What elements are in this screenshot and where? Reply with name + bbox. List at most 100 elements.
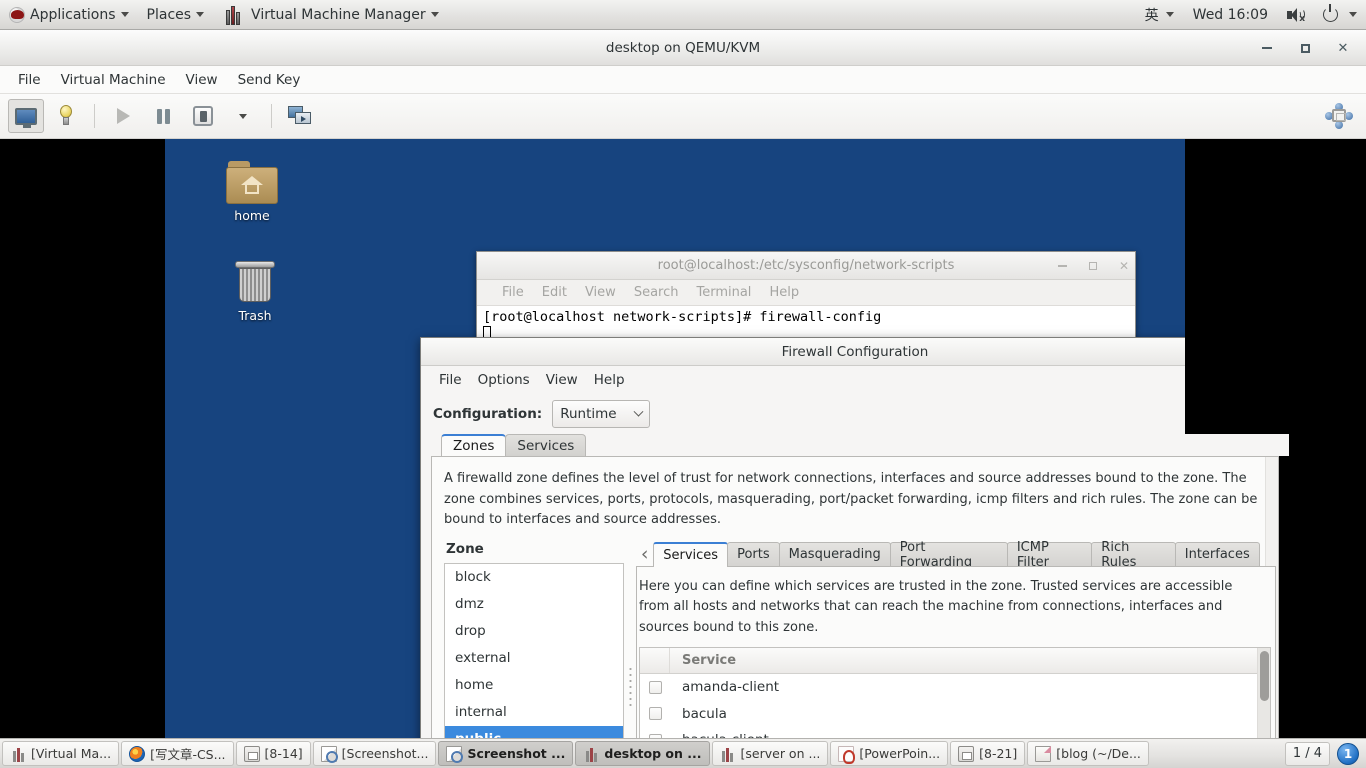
home-folder-icon bbox=[226, 161, 278, 205]
pause-button[interactable] bbox=[145, 99, 181, 133]
minimize-button[interactable] bbox=[1202, 338, 1231, 365]
zone-list-item[interactable]: internal bbox=[445, 699, 623, 726]
menu-terminal[interactable]: Terminal bbox=[687, 285, 760, 300]
zone-list-item[interactable]: drop bbox=[445, 618, 623, 645]
tab-ports[interactable]: Ports bbox=[727, 541, 780, 567]
screen-root: Applications Places Virtual Machine Mana… bbox=[0, 0, 1366, 768]
window-list-taskbar: [Virtual Ma... [写文章-CS... [8-14] [Screen… bbox=[0, 738, 1366, 768]
table-row[interactable]: bacula-client bbox=[640, 727, 1257, 738]
clock[interactable]: Wed 16:09 bbox=[1183, 7, 1278, 23]
firewall-config-window[interactable]: Firewall Configuration ✕ File Options Vi… bbox=[420, 337, 1290, 738]
maximize-button[interactable] bbox=[1088, 262, 1097, 270]
system-menu[interactable] bbox=[1314, 0, 1366, 30]
inner-tab-bar: ‹ Services Ports Masquerading Port Forwa… bbox=[636, 539, 1276, 570]
menu-view[interactable]: View bbox=[538, 372, 586, 388]
tab-icmp-filter[interactable]: ICMP Filter bbox=[1006, 540, 1093, 570]
menu-file[interactable]: File bbox=[493, 285, 533, 300]
close-button[interactable]: ✕ bbox=[1336, 41, 1350, 56]
menu-send-key[interactable]: Send Key bbox=[228, 72, 311, 88]
workspace-badge[interactable]: 1 bbox=[1337, 742, 1359, 765]
services-scrollbar[interactable] bbox=[1257, 647, 1270, 738]
menu-edit[interactable]: Edit bbox=[533, 285, 576, 300]
snapshots-button[interactable] bbox=[282, 99, 318, 133]
tab-interfaces[interactable]: Interfaces bbox=[1174, 541, 1260, 567]
firewall-window-controls: ✕ bbox=[1202, 338, 1289, 365]
zone-list-item[interactable]: home bbox=[445, 672, 623, 699]
close-button[interactable]: ✕ bbox=[1260, 338, 1289, 365]
menu-search[interactable]: Search bbox=[625, 285, 688, 300]
service-checkbox[interactable] bbox=[648, 707, 662, 721]
guest-display-area[interactable]: home Trash root@localhost:/etc/sysconfig… bbox=[0, 139, 1366, 738]
fit-to-screen-button[interactable] bbox=[1322, 99, 1356, 133]
zone-list-item-selected[interactable]: public bbox=[445, 725, 623, 738]
table-row[interactable]: amanda-client bbox=[640, 674, 1257, 701]
minimize-button[interactable] bbox=[1057, 265, 1067, 267]
panel-status-area: 英 Wed 16:09 x bbox=[1136, 0, 1366, 30]
desktop-icon-trash[interactable]: Trash bbox=[213, 259, 297, 323]
applications-menu[interactable]: Applications bbox=[0, 0, 138, 30]
desktop-icon-home[interactable]: home bbox=[210, 161, 294, 223]
services-panel: Here you can define which services are t… bbox=[636, 565, 1276, 738]
taskbar-item[interactable]: [8-21] bbox=[950, 741, 1026, 766]
active-app-menu[interactable]: Virtual Machine Manager bbox=[213, 0, 448, 30]
menu-file[interactable]: File bbox=[431, 372, 470, 388]
vmm-titlebar: desktop on QEMU/KVM ✕ bbox=[0, 30, 1366, 66]
scrollbar-thumb[interactable] bbox=[1260, 650, 1269, 701]
close-button[interactable]: ✕ bbox=[1119, 259, 1129, 273]
volume-indicator[interactable]: x bbox=[1278, 0, 1314, 30]
input-method-indicator[interactable]: 英 bbox=[1136, 0, 1183, 30]
pane-splitter[interactable] bbox=[624, 539, 636, 738]
minimize-button[interactable] bbox=[1260, 47, 1274, 49]
zone-name: dmz bbox=[455, 596, 484, 613]
menu-help[interactable]: Help bbox=[760, 285, 808, 300]
tab-port-forwarding[interactable]: Port Forwarding bbox=[889, 540, 1008, 570]
tab-services-outer[interactable]: Services bbox=[505, 434, 587, 456]
chevron-down-icon bbox=[430, 12, 439, 17]
tab-masquerading[interactable]: Masquerading bbox=[778, 541, 891, 567]
tab-services[interactable]: Services bbox=[653, 541, 729, 567]
guest-desktop: home Trash root@localhost:/etc/sysconfig… bbox=[165, 139, 1290, 738]
menu-view[interactable]: View bbox=[176, 72, 228, 88]
tab-zones[interactable]: Zones bbox=[441, 434, 507, 456]
show-details-button[interactable] bbox=[48, 99, 84, 133]
tab-rich-rules[interactable]: Rich Rules bbox=[1091, 540, 1176, 570]
menu-virtual-machine[interactable]: Virtual Machine bbox=[51, 72, 176, 88]
screenshot-icon bbox=[320, 745, 338, 763]
taskbar-item[interactable]: [写文章-CS... bbox=[121, 741, 234, 766]
zone-list-item[interactable]: dmz bbox=[445, 591, 623, 618]
tab-scroll-left-button[interactable]: ‹ bbox=[636, 541, 653, 567]
maximize-button[interactable] bbox=[1231, 338, 1260, 365]
zone-list-item[interactable]: external bbox=[445, 645, 623, 672]
maximize-button[interactable] bbox=[1298, 43, 1312, 53]
chevron-down-icon bbox=[1349, 12, 1357, 17]
shutdown-menu-button[interactable] bbox=[225, 99, 261, 133]
zone-name: external bbox=[455, 650, 511, 667]
workspace-count[interactable]: 1 / 4 bbox=[1284, 741, 1330, 766]
service-checkbox[interactable] bbox=[648, 680, 662, 694]
zone-list-item[interactable]: block bbox=[445, 564, 623, 591]
taskbar-item[interactable]: [Virtual Ma... bbox=[2, 741, 120, 766]
places-menu[interactable]: Places bbox=[138, 0, 214, 30]
table-row[interactable]: bacula bbox=[640, 700, 1257, 727]
show-console-button[interactable] bbox=[8, 99, 44, 133]
terminal-prompt-line: [root@localhost network-scripts]# firewa… bbox=[483, 309, 882, 325]
menu-help[interactable]: Help bbox=[586, 372, 633, 388]
menu-view[interactable]: View bbox=[576, 285, 625, 300]
menu-options[interactable]: Options bbox=[470, 372, 538, 388]
taskbar-item[interactable]: [8-14] bbox=[235, 741, 311, 766]
taskbar-item-label: Screenshot ... bbox=[467, 746, 566, 761]
taskbar-item-active[interactable]: desktop on ... bbox=[575, 741, 710, 766]
taskbar-item[interactable]: [blog (~/De... bbox=[1027, 741, 1149, 766]
taskbar-item[interactable]: [server on ... bbox=[711, 741, 829, 766]
zone-list[interactable]: block dmz drop external home internal pu… bbox=[444, 562, 624, 738]
taskbar-item[interactable]: [Screenshot... bbox=[312, 741, 437, 766]
run-button[interactable] bbox=[105, 99, 141, 133]
services-table-header: Service bbox=[640, 647, 1257, 674]
taskbar-item[interactable]: [PowerPoin... bbox=[830, 741, 949, 766]
configuration-select[interactable]: Runtime bbox=[552, 400, 651, 428]
terminal-window-controls: ✕ bbox=[1057, 252, 1129, 280]
service-checkbox[interactable] bbox=[648, 733, 662, 738]
shutdown-button[interactable] bbox=[185, 99, 221, 133]
menu-file[interactable]: File bbox=[8, 72, 51, 88]
taskbar-item-active[interactable]: Screenshot ... bbox=[438, 741, 574, 766]
